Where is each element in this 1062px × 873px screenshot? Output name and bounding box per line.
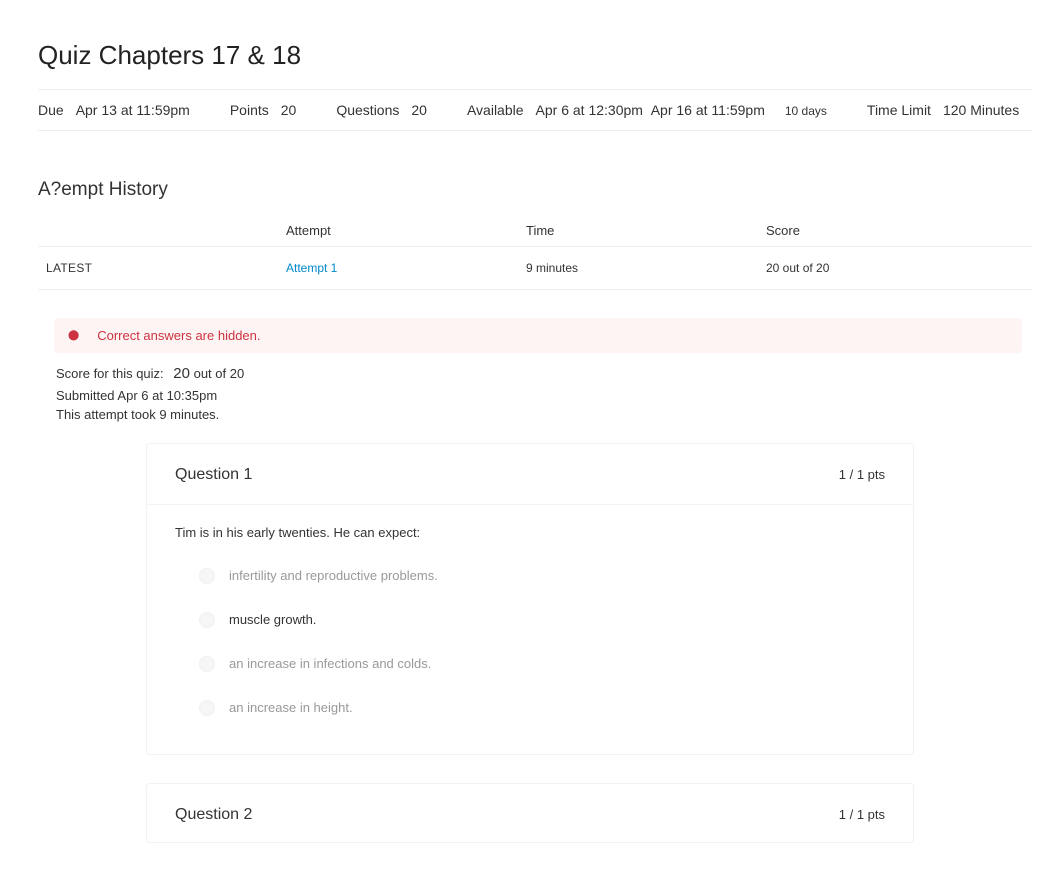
quiz-title: Quiz Chapters 17 & 18 bbox=[38, 40, 1032, 71]
question-number: Question 1 bbox=[175, 466, 252, 484]
radio-icon bbox=[199, 568, 215, 584]
attempt-score: 20 out of 20 bbox=[758, 247, 1032, 290]
question-body: Tim is in his early twenties. He can exp… bbox=[147, 504, 913, 754]
question-card-1: Question 1 1 / 1 pts Tim is in his early… bbox=[146, 443, 914, 755]
duration-text: This attempt took 9 minutes. bbox=[56, 405, 1032, 425]
score-label: Score for this quiz: bbox=[56, 366, 164, 381]
question-points: 1 / 1 pts bbox=[839, 467, 885, 482]
meta-questions-label: Questions bbox=[336, 102, 399, 118]
table-header-time: Time bbox=[518, 215, 758, 247]
meta-questions-value: 20 bbox=[411, 102, 427, 118]
meta-time-limit-value: 120 Minutes bbox=[943, 102, 1019, 118]
meta-points-label: Points bbox=[230, 102, 269, 118]
table-header-attempt: Attempt bbox=[278, 215, 518, 247]
latest-label: LATEST bbox=[46, 261, 92, 275]
meta-questions: Questions 20 bbox=[336, 102, 427, 118]
answer-option: an increase in height. bbox=[175, 700, 885, 716]
answer-option: infertility and reproductive problems. bbox=[175, 568, 885, 584]
table-header-score: Score bbox=[758, 215, 1032, 247]
attempt-link[interactable]: Attempt 1 bbox=[286, 261, 337, 275]
score-suffix: out of 20 bbox=[194, 366, 245, 381]
meta-available-label: Available bbox=[467, 102, 524, 118]
answer-option: an increase in infections and colds. bbox=[175, 656, 885, 672]
radio-icon bbox=[199, 612, 215, 628]
answer-text: an increase in infections and colds. bbox=[229, 656, 431, 671]
answer-option: muscle growth. bbox=[175, 612, 885, 628]
meta-time-limit-label: Time Limit bbox=[867, 102, 931, 118]
question-header: Question 1 1 / 1 pts bbox=[147, 444, 913, 504]
attempt-history-table: Attempt Time Score LATEST Attempt 1 9 mi… bbox=[38, 215, 1032, 290]
question-card-2: Question 2 1 / 1 pts bbox=[146, 783, 914, 843]
answer-text: muscle growth. bbox=[229, 612, 316, 627]
meta-due-label: Due bbox=[38, 102, 64, 118]
radio-icon bbox=[199, 656, 215, 672]
question-text: Tim is in his early twenties. He can exp… bbox=[175, 525, 885, 540]
meta-points-value: 20 bbox=[281, 102, 297, 118]
attempt-time: 9 minutes bbox=[518, 247, 758, 290]
table-header-blank bbox=[38, 215, 278, 247]
score-summary: Score for this quiz: 20 out of 20 Submit… bbox=[56, 363, 1032, 425]
score-value: 20 bbox=[173, 365, 190, 382]
radio-icon bbox=[199, 700, 215, 716]
quiz-meta-row: Due Apr 13 at 11:59pm Points 20 Question… bbox=[38, 89, 1032, 131]
meta-time-limit: Time Limit 120 Minutes bbox=[867, 102, 1019, 118]
alert-hidden-answers: ⬤ Correct answers are hidden. bbox=[54, 318, 1022, 353]
meta-available-end: Apr 16 at 11:59pm bbox=[651, 102, 765, 118]
meta-available-start: Apr 6 at 12:30pm bbox=[536, 102, 643, 118]
meta-due: Due Apr 13 at 11:59pm bbox=[38, 102, 190, 118]
answer-text: infertility and reproductive problems. bbox=[229, 568, 438, 583]
attempt-history-heading: A?empt History bbox=[38, 179, 1032, 201]
question-header: Question 2 1 / 1 pts bbox=[147, 784, 913, 842]
table-row: LATEST Attempt 1 9 minutes 20 out of 20 bbox=[38, 247, 1032, 290]
warning-icon: ⬤ bbox=[68, 330, 79, 341]
meta-available: Available Apr 6 at 12:30pm Apr 16 at 11:… bbox=[467, 102, 827, 118]
meta-points: Points 20 bbox=[230, 102, 297, 118]
question-points: 1 / 1 pts bbox=[839, 807, 885, 822]
meta-due-value: Apr 13 at 11:59pm bbox=[76, 102, 190, 118]
question-number: Question 2 bbox=[175, 806, 252, 824]
alert-text: Correct answers are hidden. bbox=[97, 328, 260, 343]
meta-available-days: 10 days bbox=[785, 104, 827, 118]
submitted-text: Submitted Apr 6 at 10:35pm bbox=[56, 386, 1032, 406]
answer-text: an increase in height. bbox=[229, 700, 353, 715]
